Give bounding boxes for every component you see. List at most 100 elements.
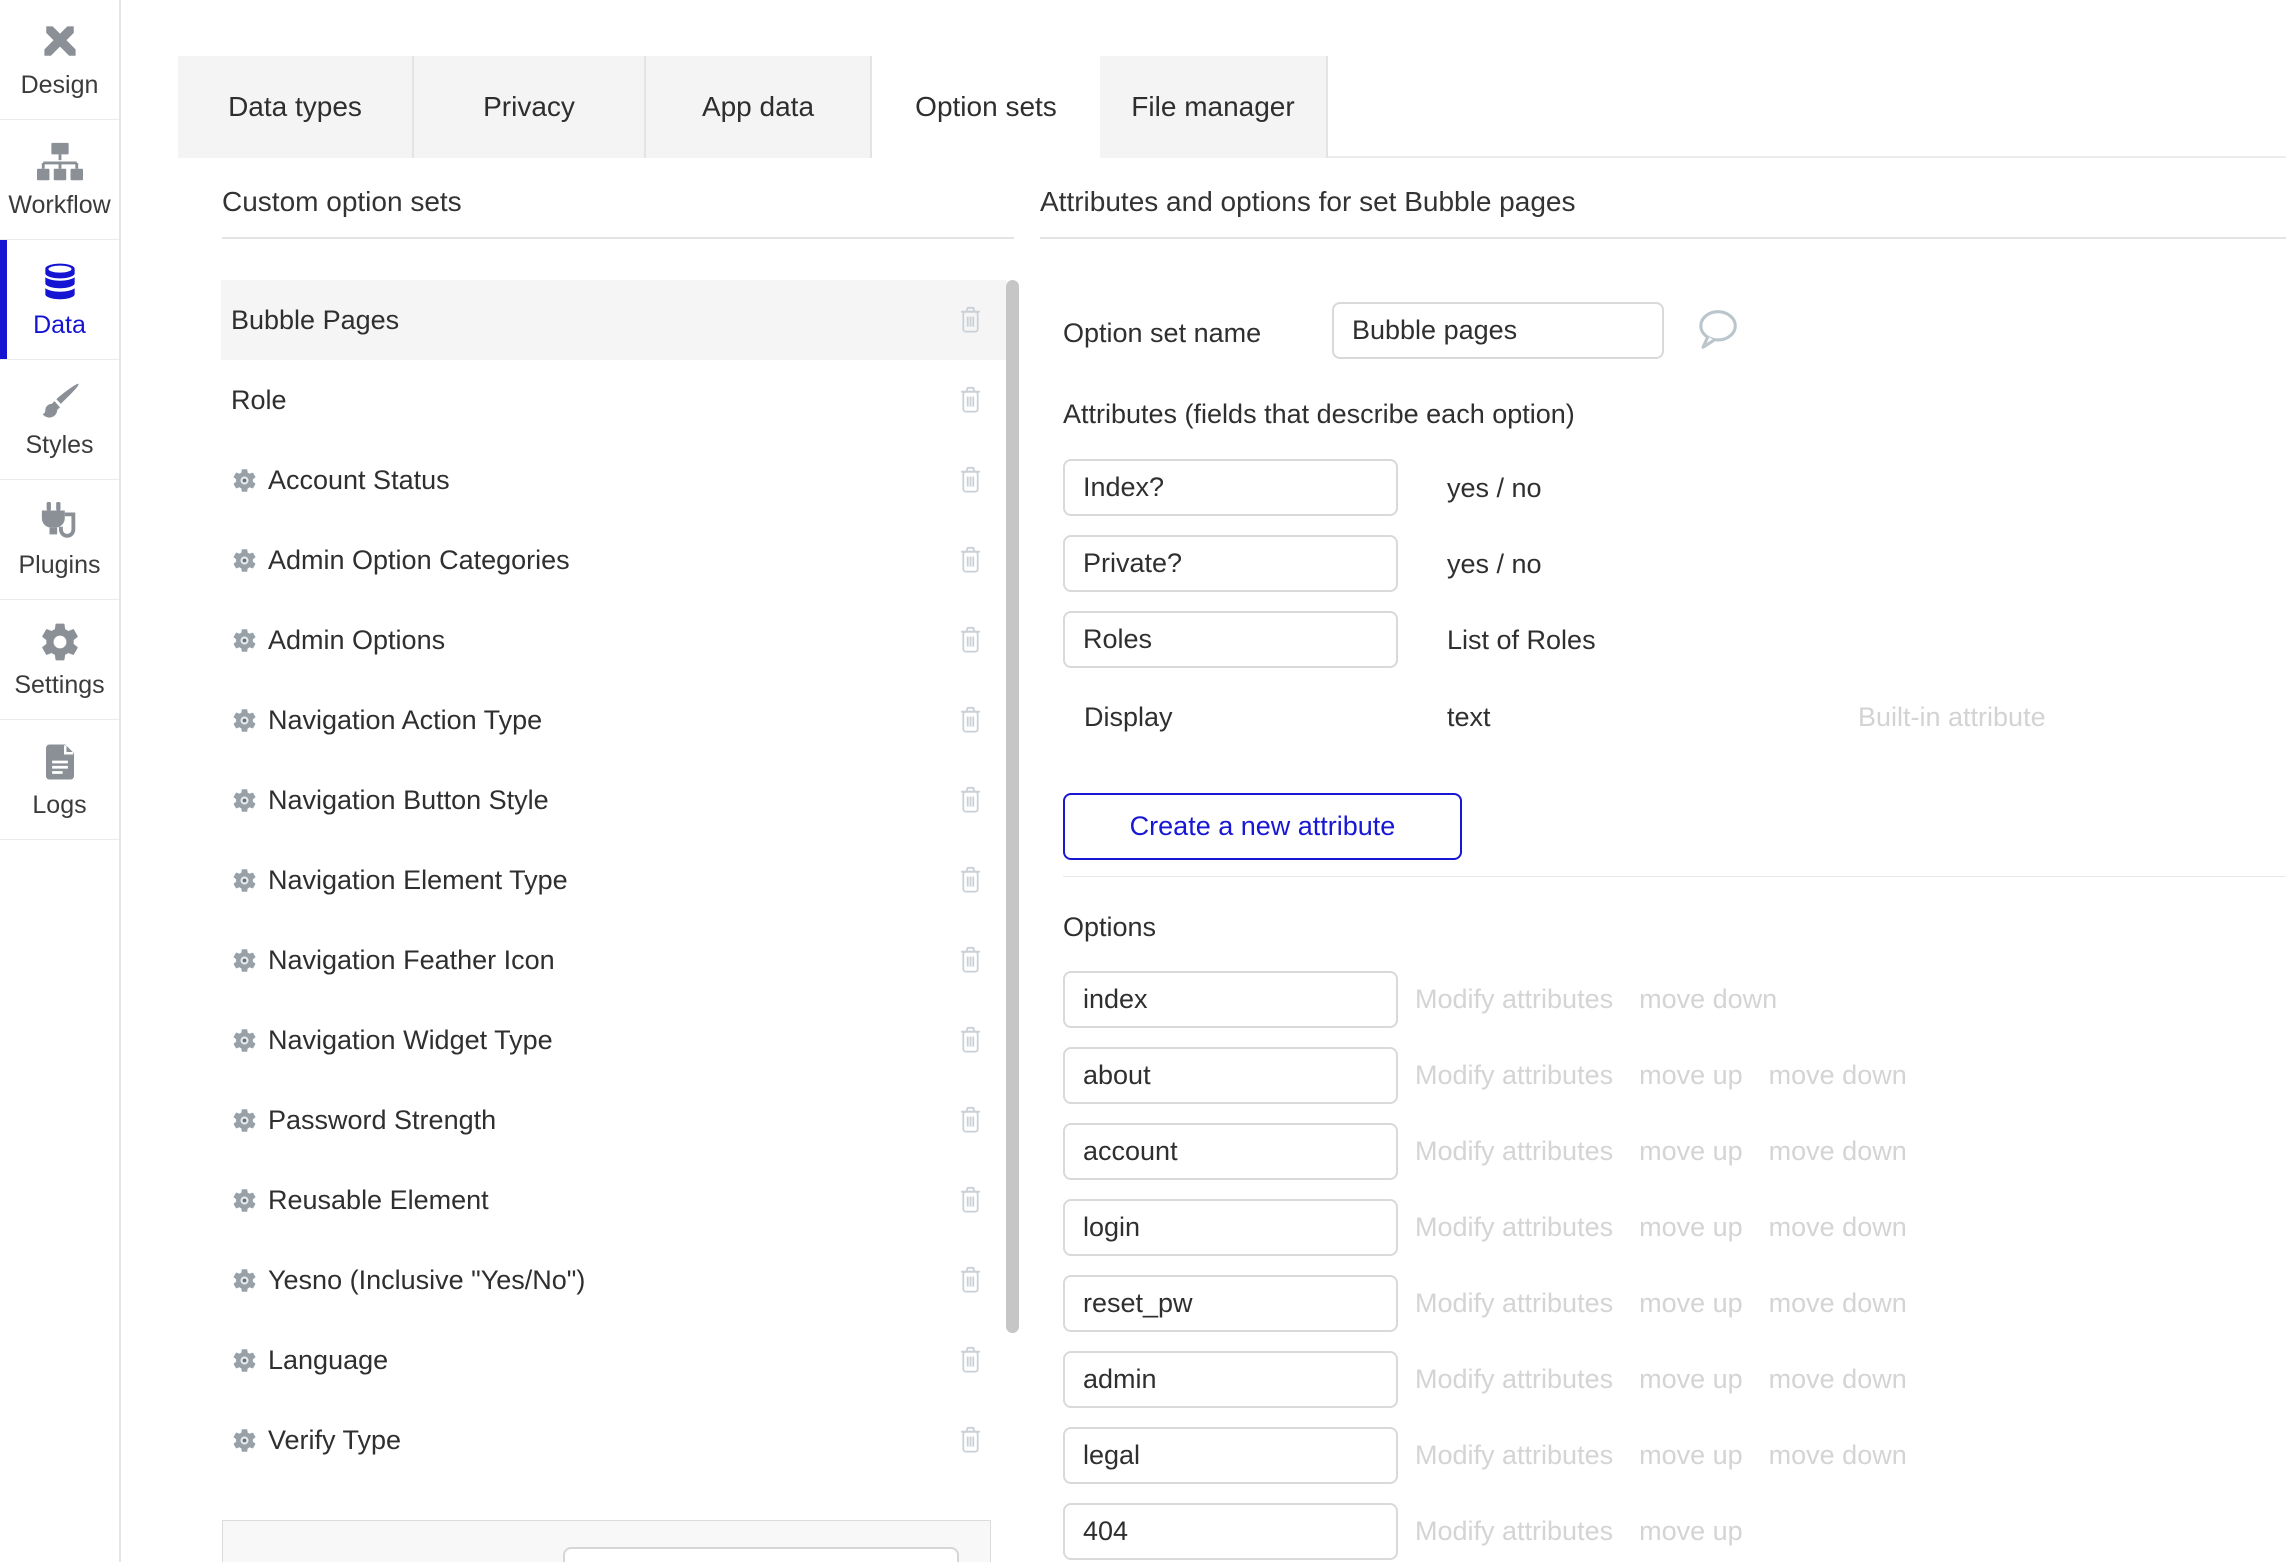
option-value-input[interactable]: [1063, 1275, 1398, 1332]
option-set-row[interactable]: Navigation Feather Icon: [221, 920, 1006, 1000]
option-row-links: Modify attributes move up: [1415, 1503, 1743, 1560]
new-option-set-input[interactable]: [563, 1547, 959, 1562]
move-up-link[interactable]: move up: [1639, 1364, 1743, 1395]
modify-attributes-link[interactable]: Modify attributes: [1415, 1060, 1613, 1091]
attribute-name-input[interactable]: [1063, 535, 1398, 592]
option-set-row[interactable]: Navigation Widget Type: [221, 1000, 1006, 1080]
option-set-row[interactable]: Account Status: [221, 440, 1006, 520]
sidebar-item-settings[interactable]: Settings: [0, 600, 119, 720]
move-up-link[interactable]: move up: [1639, 1212, 1743, 1243]
modify-attributes-link[interactable]: Modify attributes: [1415, 1364, 1613, 1395]
move-up-link[interactable]: move up: [1639, 1136, 1743, 1167]
design-icon: [38, 19, 82, 65]
option-set-row[interactable]: Reusable Element: [221, 1160, 1006, 1240]
option-set-row[interactable]: Verify Type: [221, 1400, 1006, 1480]
move-down-link[interactable]: move down: [1769, 1364, 1907, 1395]
sidebar-item-label: Data: [33, 311, 86, 340]
delete-option-set-icon[interactable]: [957, 1425, 984, 1456]
tab-file-manager[interactable]: File manager: [1100, 56, 1328, 158]
option-set-row[interactable]: Navigation Element Type: [221, 840, 1006, 920]
move-down-link[interactable]: move down: [1769, 1440, 1907, 1471]
option-set-row[interactable]: Role: [221, 360, 1006, 440]
sidebar-item-data[interactable]: Data: [0, 240, 119, 360]
delete-option-set-icon[interactable]: [957, 625, 984, 656]
right-panel-title: Attributes and options for set Bubble pa…: [1040, 188, 1575, 216]
option-set-row[interactable]: Navigation Action Type: [221, 680, 1006, 760]
gear-icon: [231, 627, 258, 654]
delete-option-set-icon[interactable]: [957, 1265, 984, 1296]
option-set-name: Verify Type: [268, 1425, 401, 1456]
option-set-name-input[interactable]: [1332, 302, 1664, 359]
attribute-name-input[interactable]: [1063, 459, 1398, 516]
modify-attributes-link[interactable]: Modify attributes: [1415, 1516, 1613, 1547]
delete-option-set-icon[interactable]: [957, 465, 984, 496]
tab-app-data[interactable]: App data: [646, 56, 872, 158]
option-value-input[interactable]: [1063, 1199, 1398, 1256]
option-value-input[interactable]: [1063, 1047, 1398, 1104]
option-set-row[interactable]: Navigation Button Style: [221, 760, 1006, 840]
option-set-name: Password Strength: [268, 1105, 496, 1136]
option-value-input[interactable]: [1063, 1427, 1398, 1484]
attribute-type-label: yes / no: [1447, 473, 1542, 504]
create-attribute-button[interactable]: Create a new attribute: [1063, 793, 1462, 860]
tab-privacy[interactable]: Privacy: [414, 56, 646, 158]
delete-option-set-icon[interactable]: [957, 545, 984, 576]
sidebar-item-logs[interactable]: Logs: [0, 720, 119, 840]
option-set-name: Account Status: [268, 465, 450, 496]
plugins-icon: [38, 499, 82, 545]
delete-option-set-icon[interactable]: [957, 1345, 984, 1376]
gear-icon: [231, 1347, 258, 1374]
option-set-row[interactable]: Bubble Pages: [221, 280, 1006, 360]
option-value-input[interactable]: [1063, 971, 1398, 1028]
delete-option-set-icon[interactable]: [957, 1025, 984, 1056]
tab-data-types[interactable]: Data types: [178, 56, 414, 158]
move-down-link[interactable]: move down: [1639, 984, 1777, 1015]
option-set-name: Bubble Pages: [231, 305, 399, 336]
delete-option-set-icon[interactable]: [957, 1105, 984, 1136]
delete-option-set-icon[interactable]: [957, 865, 984, 896]
delete-option-set-icon[interactable]: [957, 1185, 984, 1216]
delete-option-set-icon[interactable]: [957, 305, 984, 336]
move-up-link[interactable]: move up: [1639, 1440, 1743, 1471]
delete-option-set-icon[interactable]: [957, 785, 984, 816]
option-value-input[interactable]: [1063, 1123, 1398, 1180]
attributes-heading: Attributes (fields that describe each op…: [1063, 399, 1575, 430]
delete-option-set-icon[interactable]: [957, 945, 984, 976]
modify-attributes-link[interactable]: Modify attributes: [1415, 1288, 1613, 1319]
sidebar-item-styles[interactable]: Styles: [0, 360, 119, 480]
attribute-name-input[interactable]: [1063, 611, 1398, 668]
tab-option-sets[interactable]: Option sets: [872, 56, 1100, 158]
list-scrollbar-thumb[interactable]: [1006, 280, 1019, 1333]
sidebar-item-design[interactable]: Design: [0, 0, 119, 120]
option-set-row[interactable]: Admin Option Categories: [221, 520, 1006, 600]
modify-attributes-link[interactable]: Modify attributes: [1415, 984, 1613, 1015]
option-value-input[interactable]: [1063, 1351, 1398, 1408]
gear-icon: [231, 947, 258, 974]
move-down-link[interactable]: move down: [1769, 1060, 1907, 1091]
modify-attributes-link[interactable]: Modify attributes: [1415, 1212, 1613, 1243]
delete-option-set-icon[interactable]: [957, 385, 984, 416]
modify-attributes-link[interactable]: Modify attributes: [1415, 1136, 1613, 1167]
comment-bubble-icon[interactable]: [1690, 304, 1744, 356]
move-up-link[interactable]: move up: [1639, 1516, 1743, 1547]
sidebar-item-workflow[interactable]: Workflow: [0, 120, 119, 240]
sidebar-item-label: Plugins: [19, 551, 101, 580]
move-down-link[interactable]: move down: [1769, 1288, 1907, 1319]
option-row-links: Modify attributes move up move down: [1415, 1047, 1907, 1104]
option-set-row[interactable]: Admin Options: [221, 600, 1006, 680]
option-set-row[interactable]: Language: [221, 1320, 1006, 1400]
move-up-link[interactable]: move up: [1639, 1288, 1743, 1319]
modify-attributes-link[interactable]: Modify attributes: [1415, 1440, 1613, 1471]
sidebar-item-label: Workflow: [8, 191, 110, 220]
sidebar-item-plugins[interactable]: Plugins: [0, 480, 119, 600]
delete-option-set-icon[interactable]: [957, 705, 984, 736]
move-down-link[interactable]: move down: [1769, 1212, 1907, 1243]
option-set-row[interactable]: Password Strength: [221, 1080, 1006, 1160]
option-value-input[interactable]: [1063, 1503, 1398, 1560]
option-row-links: Modify attributes move up move down: [1415, 1199, 1907, 1256]
settings-icon: [38, 619, 82, 665]
move-up-link[interactable]: move up: [1639, 1060, 1743, 1091]
attribute-type-label: List of Roles: [1447, 625, 1596, 656]
move-down-link[interactable]: move down: [1769, 1136, 1907, 1167]
option-set-row[interactable]: Yesno (Inclusive "Yes/No"): [221, 1240, 1006, 1320]
